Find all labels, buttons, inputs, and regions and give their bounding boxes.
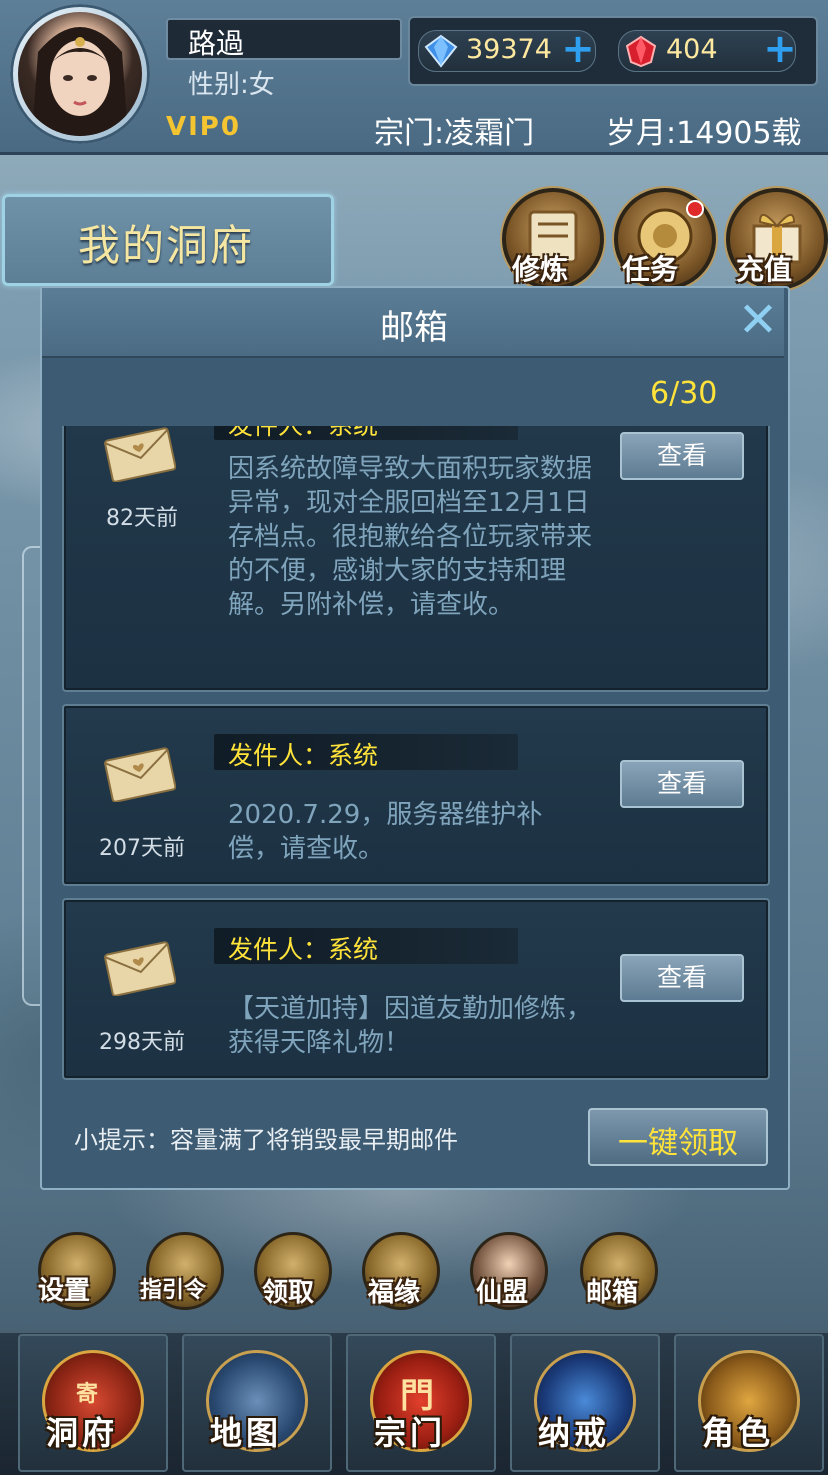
cultivate-label: 修炼 bbox=[512, 253, 569, 286]
mail-list[interactable]: 82天前 发件人：系统 因系统故障导致大面积玩家数据异常，现对全服回档至12月1… bbox=[60, 426, 770, 1086]
capacity-tip: 小提示：容量满了将销毁最早期邮件 bbox=[74, 1126, 458, 1154]
cave-title: 我的洞府 bbox=[78, 221, 255, 270]
guide-token-label[interactable]: 指引令 bbox=[140, 1272, 206, 1304]
claim-all-label[interactable]: 一键领取 bbox=[588, 1118, 768, 1162]
mail-content: 【天道加持】因道友勤加修炼，获得天降礼物！ bbox=[228, 994, 593, 1058]
sect-info: 宗门:凌霜门 bbox=[374, 116, 535, 151]
mail-content: 因系统故障导致大面积玩家数据异常，现对全服回档至12月1日存档点。很抱歉给各位玩… bbox=[228, 454, 593, 620]
mail-age: 82天前 bbox=[106, 506, 178, 531]
cave-emblem-char: 寄 bbox=[76, 1382, 99, 1407]
envelope-icon bbox=[104, 427, 176, 482]
recharge-label: 充值 bbox=[736, 253, 793, 286]
nav-ring-label[interactable]: 纳戒 bbox=[538, 1408, 610, 1454]
red-gem-icon bbox=[624, 34, 658, 68]
fortune-label[interactable]: 福缘 bbox=[368, 1272, 420, 1309]
mail-item[interactable]: 298天前 发件人：系统 【天道加持】因道友勤加修炼，获得天降礼物！ 查看 bbox=[62, 898, 770, 1080]
mail-age: 298天前 bbox=[99, 1030, 185, 1055]
age-info: 岁月:14905载 bbox=[606, 116, 802, 151]
mail-age: 207天前 bbox=[99, 836, 185, 861]
envelope-icon bbox=[104, 941, 176, 996]
mailbox-label[interactable]: 邮箱 bbox=[586, 1272, 638, 1309]
close-icon[interactable]: ✕ bbox=[736, 296, 780, 344]
view-mail-button[interactable]: 查看 bbox=[620, 954, 744, 1002]
mail-item[interactable]: 207天前 发件人：系统 2020.7.29，服务器维护补偿，请查收。 查看 bbox=[62, 704, 770, 886]
player-name: 路過 bbox=[188, 27, 245, 60]
add-diamond-icon[interactable]: + bbox=[560, 29, 596, 69]
mail-content: 2020.7.29，服务器维护补偿，请查收。 bbox=[228, 800, 543, 864]
nav-sect-label[interactable]: 宗门 bbox=[374, 1408, 446, 1454]
mail-count: 6/30 bbox=[650, 376, 718, 411]
collect-label[interactable]: 领取 bbox=[262, 1272, 314, 1309]
diamond-count: 39374 bbox=[466, 34, 552, 65]
nav-map-label[interactable]: 地图 bbox=[210, 1408, 282, 1454]
player-gender: 性别:女 bbox=[188, 70, 275, 100]
mail-sender: 发件人：系统 bbox=[228, 426, 378, 442]
alliance-label[interactable]: 仙盟 bbox=[476, 1272, 528, 1309]
mailbox-title: 邮箱 bbox=[380, 308, 448, 348]
nav-cave-label[interactable]: 洞府 bbox=[46, 1408, 118, 1454]
mail-sender: 发件人：系统 bbox=[228, 935, 379, 964]
quest-notification-dot bbox=[686, 200, 704, 218]
ruby-count: 404 bbox=[666, 34, 718, 65]
quest-label: 任务 bbox=[622, 253, 679, 286]
mail-sender: 发件人：系统 bbox=[228, 741, 379, 770]
view-mail-button[interactable]: 查看 bbox=[620, 432, 744, 480]
mail-item[interactable]: 82天前 发件人：系统 因系统故障导致大面积玩家数据异常，现对全服回档至12月1… bbox=[62, 426, 770, 692]
settings-label[interactable]: 设置 bbox=[38, 1270, 90, 1307]
blue-diamond-icon bbox=[424, 34, 458, 68]
avatar[interactable] bbox=[18, 12, 142, 136]
envelope-icon bbox=[104, 747, 176, 802]
nav-character-label[interactable]: 角色 bbox=[702, 1408, 774, 1454]
add-ruby-icon[interactable]: + bbox=[762, 29, 798, 69]
vip-level[interactable]: VIP0 bbox=[166, 112, 241, 142]
view-mail-button[interactable]: 查看 bbox=[620, 760, 744, 808]
